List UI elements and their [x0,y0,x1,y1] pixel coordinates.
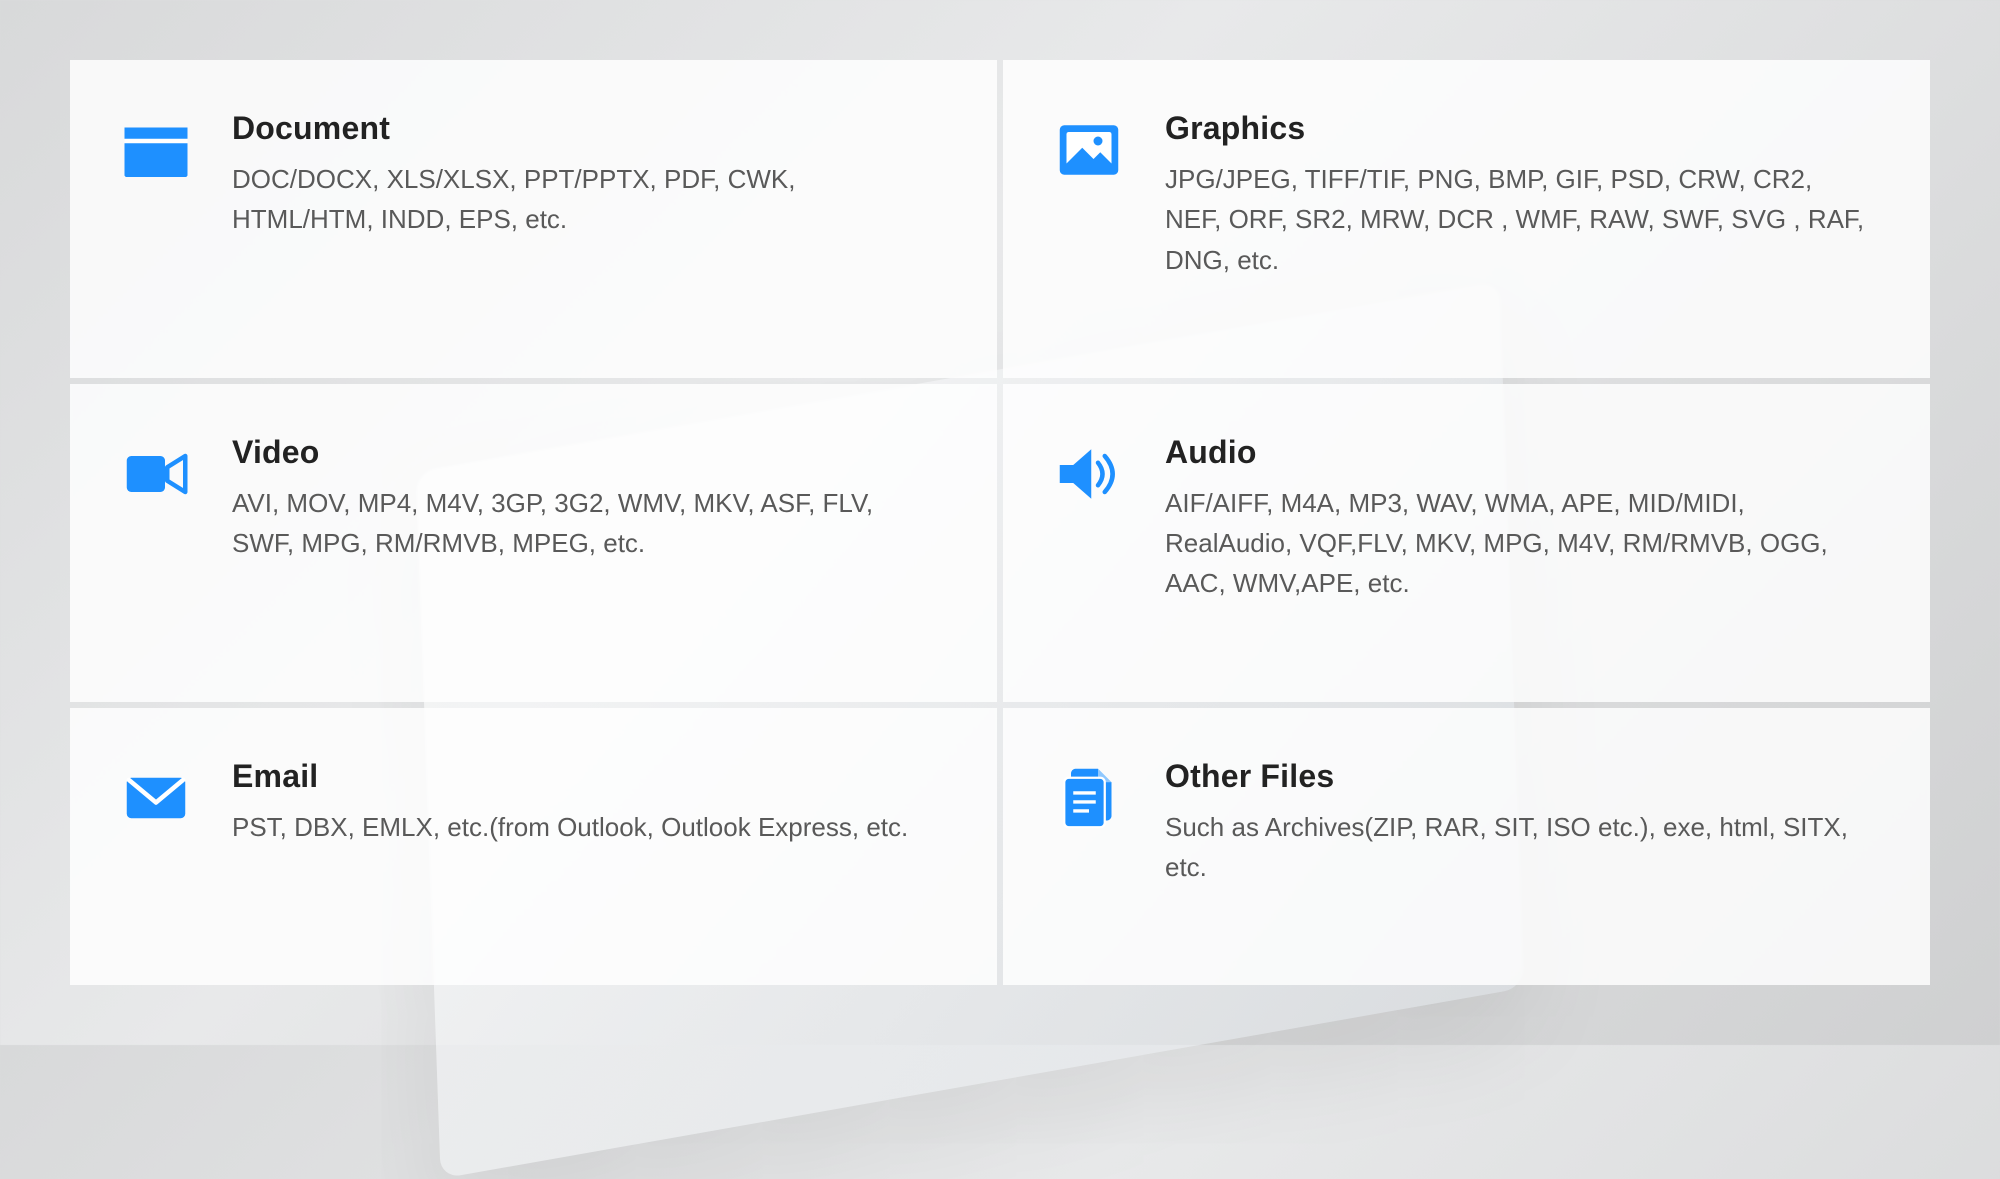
card-other-files: Other Files Such as Archives(ZIP, RAR, S… [1003,708,1930,985]
card-document: Document DOC/DOCX, XLS/XLSX, PPT/PPTX, P… [70,60,997,378]
card-description: JPG/JPEG, TIFF/TIF, PNG, BMP, GIF, PSD, … [1165,159,1870,280]
card-title: Graphics [1165,110,1870,147]
card-description: PST, DBX, EMLX, etc.(from Outlook, Outlo… [232,807,937,847]
card-title: Document [232,110,937,147]
email-icon [120,758,192,834]
image-icon [1053,110,1125,186]
card-audio: Audio AIF/AIFF, M4A, MP3, WAV, WMA, APE,… [1003,384,1930,702]
card-title: Other Files [1165,758,1870,795]
audio-icon [1053,434,1125,510]
card-title: Email [232,758,937,795]
card-video: Video AVI, MOV, MP4, M4V, 3GP, 3G2, WMV,… [70,384,997,702]
files-icon [1053,758,1125,834]
folder-icon [120,110,192,186]
card-description: Such as Archives(ZIP, RAR, SIT, ISO etc.… [1165,807,1870,888]
card-description: AVI, MOV, MP4, M4V, 3GP, 3G2, WMV, MKV, … [232,483,937,564]
file-type-grid: Document DOC/DOCX, XLS/XLSX, PPT/PPTX, P… [0,0,2000,1045]
card-title: Video [232,434,937,471]
card-graphics: Graphics JPG/JPEG, TIFF/TIF, PNG, BMP, G… [1003,60,1930,378]
card-description: DOC/DOCX, XLS/XLSX, PPT/PPTX, PDF, CWK, … [232,159,937,240]
card-email: Email PST, DBX, EMLX, etc.(from Outlook,… [70,708,997,985]
card-description: AIF/AIFF, M4A, MP3, WAV, WMA, APE, MID/M… [1165,483,1870,604]
video-icon [120,434,192,510]
card-title: Audio [1165,434,1870,471]
